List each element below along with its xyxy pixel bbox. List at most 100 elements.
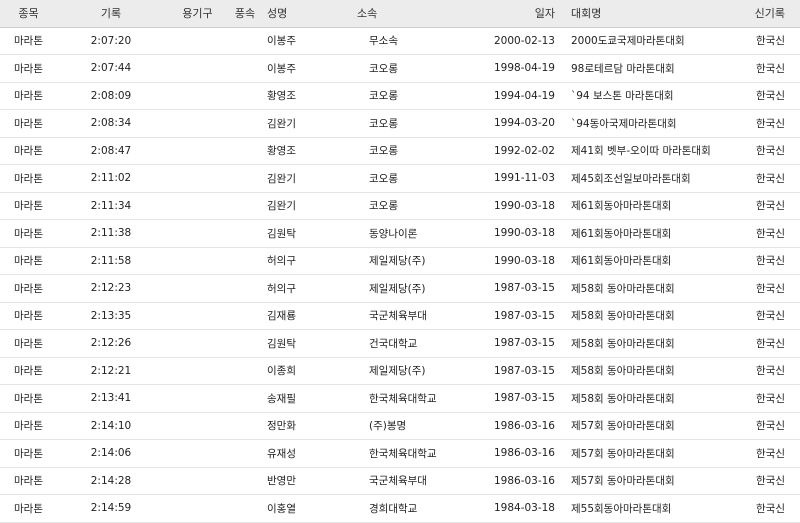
cell-date: 1990-03-18 [493,199,555,212]
cell-event: 마라톤 [14,447,43,460]
cell-date: 1986-03-16 [493,447,555,460]
cell-equipment [165,440,230,468]
cell-affiliation: 경희대학교 [369,502,418,515]
cell-event: 마라톤 [14,62,43,75]
header-equipment[interactable]: 용기구 [165,0,230,27]
cell-event: 마라톤 [14,475,43,488]
cell-affiliation: 국군체육부대 [369,310,427,323]
cell-affiliation: 코오롱 [369,117,398,130]
cell-wind [230,82,260,110]
cell-new-record: 한국신 [756,62,785,75]
cell-meet: 제61회동아마라톤대회 [571,227,672,240]
header-row: 종목 기록 용기구 풍속 성명 소속 일자 대회명 신기록 [0,0,800,27]
cell-event: 마라톤 [14,145,43,158]
cell-name: 허의구 [267,255,296,268]
cell-meet: 제58회 동아마라톤대회 [571,337,675,350]
cell-affiliation: 제일제당(주) [369,255,426,268]
cell-record: 2:08:47 [90,144,132,157]
cell-name: 김완기 [267,172,296,185]
cell-name: 반영만 [267,475,296,488]
cell-affiliation: 코오롱 [369,145,398,158]
table-row: 마라톤 2:08:09 황영조 코오롱 1994-04-19 `94 보스톤 마라톤대회 한… [0,82,800,110]
cell-record: 2:12:23 [90,282,132,295]
cell-date: 1984-03-18 [493,502,555,515]
cell-meet: 제58회 동아마라톤대회 [571,282,675,295]
cell-new-record: 한국신 [756,392,785,405]
table-row: 마라톤 2:07:20 이봉주 무소속 2000-02-13 2000도쿄국제마라톤대회 한… [0,27,800,55]
cell-date: 1992-02-02 [493,144,555,157]
cell-wind [230,247,260,275]
cell-affiliation: 한국체육대학교 [369,392,437,405]
header-wind[interactable]: 풍속 [230,0,260,27]
cell-date: 1986-03-16 [493,474,555,487]
cell-date: 1990-03-18 [493,227,555,240]
table-row: 마라톤 2:14:06 유재성 한국체육대학교 1986-03-16 제57회 동아마라톤… [0,440,800,468]
header-name[interactable]: 성명 [260,0,357,27]
cell-event: 마라톤 [14,35,43,48]
cell-name: 허의구 [267,282,296,295]
table-row: 마라톤 2:08:47 황영조 코오롱 1992-02-02 제41회 벳부-오이따 마라… [0,137,800,165]
cell-event: 마라톤 [14,227,43,240]
cell-meet: 제61회동아마라톤대회 [571,200,672,213]
table-row: 마라톤 2:08:34 김완기 코오롱 1994-03-20 `94동아국제마라톤대회 한국… [0,110,800,138]
table-row: 마라톤 2:12:23 허의구 제일제당(주) 1987-03-15 제58회 동아마라톤… [0,275,800,303]
header-date[interactable]: 일자 [467,0,561,27]
header-new-record[interactable]: 신기록 [746,0,800,27]
cell-name: 이홍열 [267,502,296,515]
cell-wind [230,137,260,165]
table-row: 마라톤 2:11:02 김완기 코오롱 1991-11-03 제45회조선일보마라톤대회 한… [0,165,800,192]
cell-record: 2:11:34 [90,199,132,212]
cell-affiliation: 무소속 [369,35,398,48]
table-row: 마라톤 2:13:35 김재룡 국군체육부대 1987-03-15 제58회 동아마라톤대… [0,302,800,330]
cell-meet: 제58회 동아마라톤대회 [571,392,675,405]
cell-event: 마라톤 [14,282,43,295]
cell-wind [230,412,260,440]
cell-affiliation: 건국대학교 [369,337,418,350]
cell-affiliation: 코오롱 [369,172,398,185]
cell-meet: 2000도쿄국제마라톤대회 [571,35,685,48]
cell-date: 1994-03-20 [493,117,555,130]
cell-new-record: 한국신 [756,255,785,268]
header-event[interactable]: 종목 [0,0,57,27]
cell-record: 2:14:06 [90,447,132,460]
cell-wind [230,220,260,248]
cell-record: 2:07:44 [90,62,132,75]
cell-wind [230,110,260,138]
cell-meet: 제45회조선일보마라톤대회 [571,172,691,185]
cell-date: 1998-04-19 [493,62,555,75]
cell-wind [230,192,260,220]
cell-equipment [165,247,230,275]
cell-wind [230,55,260,83]
cell-new-record: 한국신 [756,145,785,158]
cell-date: 1994-04-19 [493,89,555,102]
cell-equipment [165,275,230,303]
cell-date: 1987-03-15 [493,337,555,350]
cell-date: 1987-03-15 [493,364,555,377]
header-record[interactable]: 기록 [57,0,165,27]
cell-new-record: 한국신 [756,475,785,488]
cell-equipment [165,27,230,55]
cell-name: 김원탁 [267,337,296,350]
header-meet[interactable]: 대회명 [561,0,746,27]
cell-equipment [165,55,230,83]
cell-meet: 제57회 동아마라톤대회 [571,420,675,433]
cell-name: 김재룡 [267,310,296,323]
cell-wind [230,495,260,523]
cell-record: 2:11:38 [90,227,132,240]
cell-event: 마라톤 [14,502,43,515]
header-affiliation[interactable]: 소속 [357,0,467,27]
cell-record: 2:13:41 [90,392,132,405]
cell-meet: 98로테르담 마라톤대회 [571,62,675,75]
cell-date: 1991-11-03 [493,172,555,185]
cell-new-record: 한국신 [756,502,785,515]
cell-name: 김원탁 [267,227,296,240]
cell-name: 김완기 [267,117,296,130]
cell-new-record: 한국신 [756,337,785,350]
cell-new-record: 한국신 [756,200,785,213]
table-row: 마라톤 2:14:59 이홍열 경희대학교 1984-03-18 제55회동아마라톤대회 한… [0,495,800,523]
cell-wind [230,385,260,413]
cell-date: 1990-03-18 [493,254,555,267]
cell-record: 2:07:20 [90,34,132,47]
cell-meet: `94동아국제마라톤대회 [571,117,677,130]
cell-new-record: 한국신 [756,35,785,48]
